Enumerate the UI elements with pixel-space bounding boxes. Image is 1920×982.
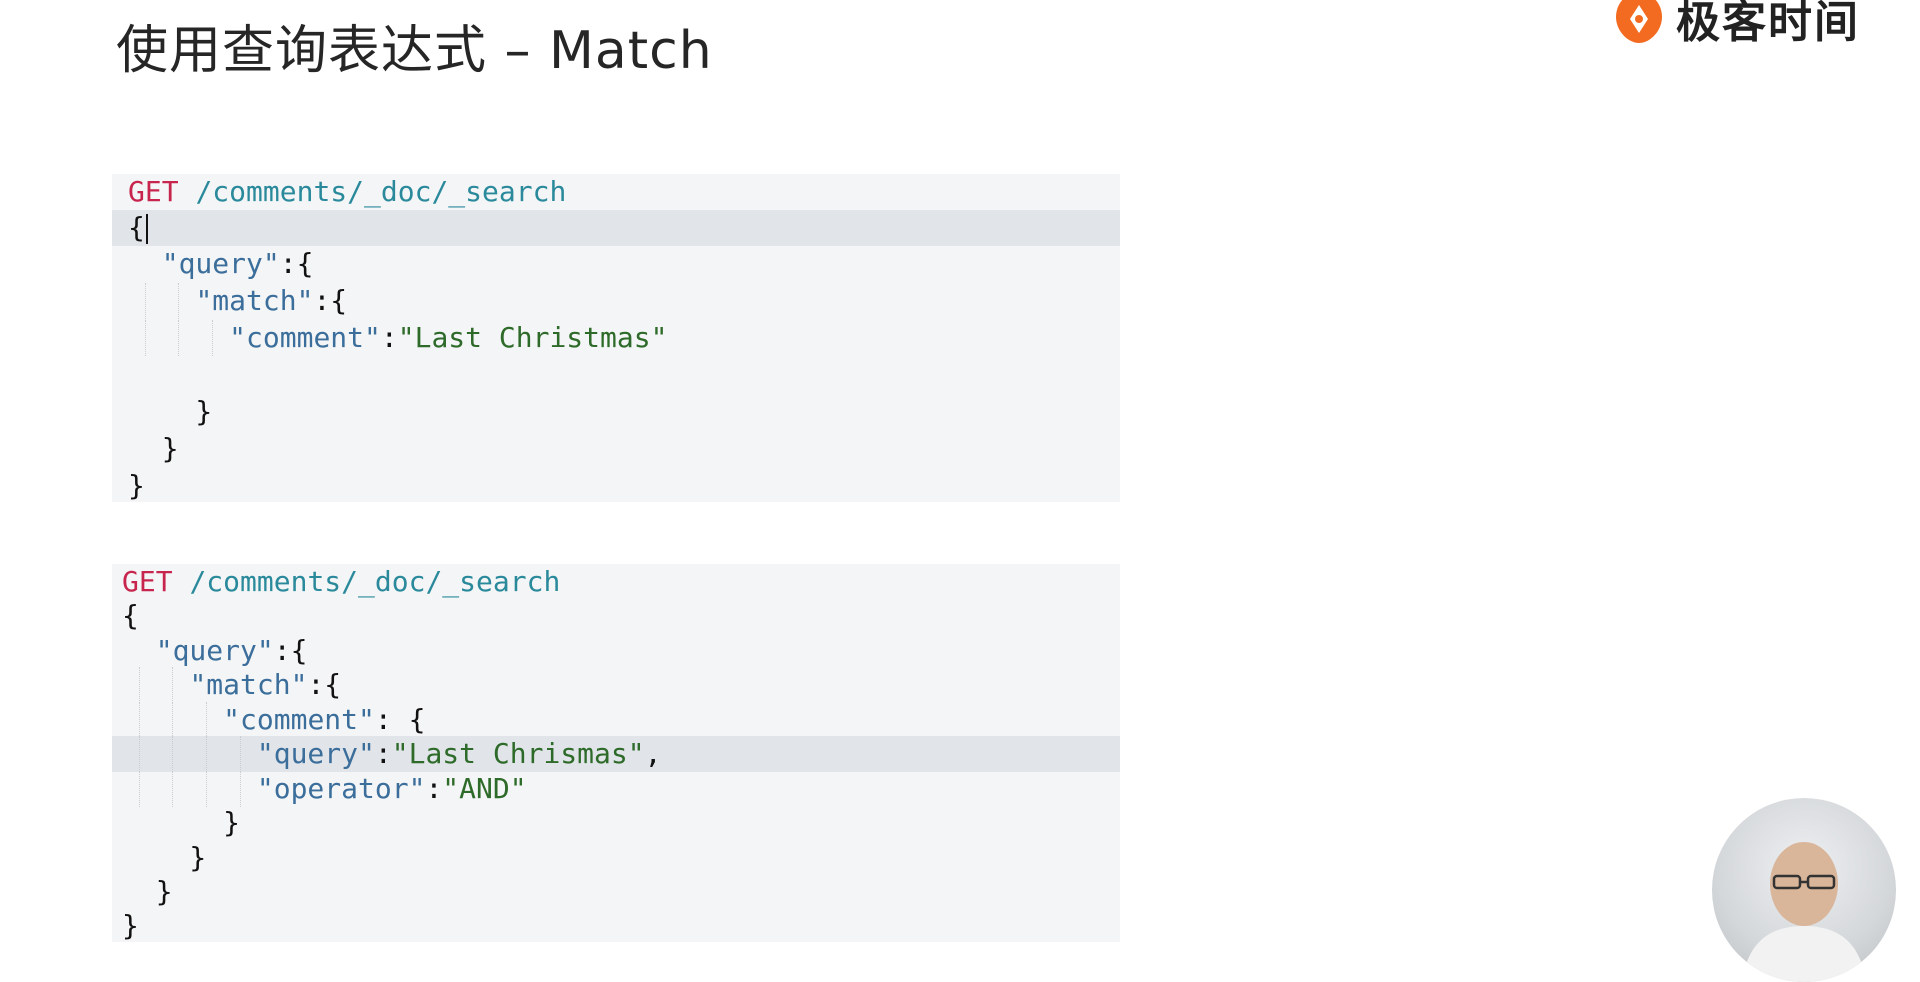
code-line[interactable]: } bbox=[112, 840, 1120, 876]
code-token-str: "Last Chrismas" bbox=[391, 737, 645, 770]
code-line[interactable]: } bbox=[112, 908, 1120, 944]
code-line[interactable]: "query":{ bbox=[112, 246, 1120, 282]
code-token-punct bbox=[122, 634, 156, 667]
code-line[interactable]: "match":{ bbox=[112, 283, 1120, 319]
code-token-punct: : bbox=[374, 737, 392, 770]
code-token-key: "match" bbox=[189, 668, 308, 701]
indent-guide bbox=[178, 283, 180, 319]
code-token-punct: :{ bbox=[307, 668, 342, 701]
indent-guide bbox=[172, 771, 174, 807]
presenter-silhouette-icon bbox=[1742, 842, 1866, 982]
code-token-punct: } bbox=[128, 432, 179, 465]
code-line[interactable]: "match":{ bbox=[112, 667, 1120, 703]
code-token-punct bbox=[122, 772, 257, 805]
code-token-key: "comment" bbox=[229, 321, 381, 354]
code-line[interactable]: } bbox=[112, 468, 1120, 504]
code-line[interactable]: } bbox=[112, 874, 1120, 910]
indent-guide bbox=[138, 736, 140, 772]
slide-title: 使用查询表达式 – Match bbox=[116, 21, 713, 81]
code-block-match-basic[interactable]: GET /comments/_doc/_search{ "query":{ "m… bbox=[112, 174, 1120, 502]
indent-guide bbox=[178, 320, 180, 356]
code-token-punct: : { bbox=[374, 703, 426, 736]
geektime-logo-icon bbox=[1616, 0, 1662, 43]
code-token-punct: , bbox=[644, 737, 662, 770]
code-token-str: "Last Christmas" bbox=[397, 321, 668, 354]
indent-guide bbox=[206, 771, 207, 807]
code-token-punct: :{ bbox=[273, 634, 308, 667]
indent-guide bbox=[144, 283, 146, 319]
code-token-key: "query" bbox=[161, 247, 280, 280]
code-line[interactable]: "query":{ bbox=[112, 633, 1120, 669]
indent-guide bbox=[239, 736, 241, 772]
code-token-punct: : bbox=[380, 321, 398, 354]
code-line[interactable]: } bbox=[112, 431, 1120, 467]
code-line[interactable]: "operator":"AND" bbox=[112, 771, 1120, 807]
indent-guide bbox=[138, 667, 140, 703]
brand-name: 极客时间 bbox=[1676, 0, 1860, 48]
code-token-key: "query" bbox=[155, 634, 274, 667]
indent-guide bbox=[212, 320, 213, 356]
indent-guide bbox=[239, 771, 241, 807]
code-line[interactable]: "comment": { bbox=[112, 702, 1120, 738]
indent-guide bbox=[138, 702, 140, 738]
indent-guide bbox=[144, 320, 146, 356]
code-token-punct: } bbox=[128, 469, 145, 502]
code-token-punct: } bbox=[122, 841, 207, 874]
code-block-match-operator[interactable]: GET /comments/_doc/_search{ "query":{ "m… bbox=[112, 564, 1120, 942]
code-token-punct: { bbox=[128, 211, 145, 244]
text-cursor bbox=[145, 214, 148, 244]
indent-guide bbox=[172, 702, 174, 738]
code-line[interactable]: { bbox=[112, 210, 1120, 246]
code-token-key: "operator" bbox=[256, 772, 426, 805]
code-token-punct: } bbox=[122, 806, 241, 839]
indent-guide bbox=[206, 736, 207, 772]
code-token-punct bbox=[122, 737, 257, 770]
code-token-method: GET bbox=[122, 565, 190, 598]
code-token-path: /comments/_doc/_search bbox=[195, 175, 567, 208]
code-token-key: "match" bbox=[195, 284, 314, 317]
code-token-punct: } bbox=[128, 395, 213, 428]
code-line[interactable]: } bbox=[112, 805, 1120, 841]
code-line[interactable]: "query":"Last Chrismas", bbox=[112, 736, 1120, 772]
brand-logo: 极客时间 bbox=[1610, 0, 1860, 50]
code-line[interactable]: } bbox=[112, 394, 1120, 430]
code-token-punct bbox=[122, 668, 189, 701]
indent-guide bbox=[172, 736, 174, 772]
code-token-punct bbox=[128, 247, 162, 280]
code-line[interactable]: "comment":"Last Christmas" bbox=[112, 320, 1120, 356]
code-token-str: "AND" bbox=[442, 772, 527, 805]
code-token-method: GET bbox=[128, 175, 196, 208]
code-token-punct: } bbox=[122, 875, 173, 908]
code-line[interactable]: GET /comments/_doc/_search bbox=[112, 174, 1120, 210]
indent-guide bbox=[172, 667, 174, 703]
code-line[interactable] bbox=[112, 357, 1120, 393]
code-token-punct: :{ bbox=[279, 247, 314, 280]
code-token-key: "comment" bbox=[223, 703, 375, 736]
code-token-key: "query" bbox=[256, 737, 375, 770]
presenter-avatar bbox=[1712, 798, 1896, 982]
code-token-punct: :{ bbox=[313, 284, 348, 317]
code-token-punct: } bbox=[122, 909, 139, 942]
code-token-punct bbox=[128, 284, 195, 317]
code-token-punct: : bbox=[425, 772, 443, 805]
code-line[interactable]: GET /comments/_doc/_search bbox=[112, 564, 1120, 600]
indent-guide bbox=[138, 771, 140, 807]
code-line[interactable]: { bbox=[112, 598, 1120, 634]
code-token-punct: { bbox=[122, 599, 139, 632]
indent-guide bbox=[206, 702, 207, 738]
code-token-path: /comments/_doc/_search bbox=[189, 565, 561, 598]
